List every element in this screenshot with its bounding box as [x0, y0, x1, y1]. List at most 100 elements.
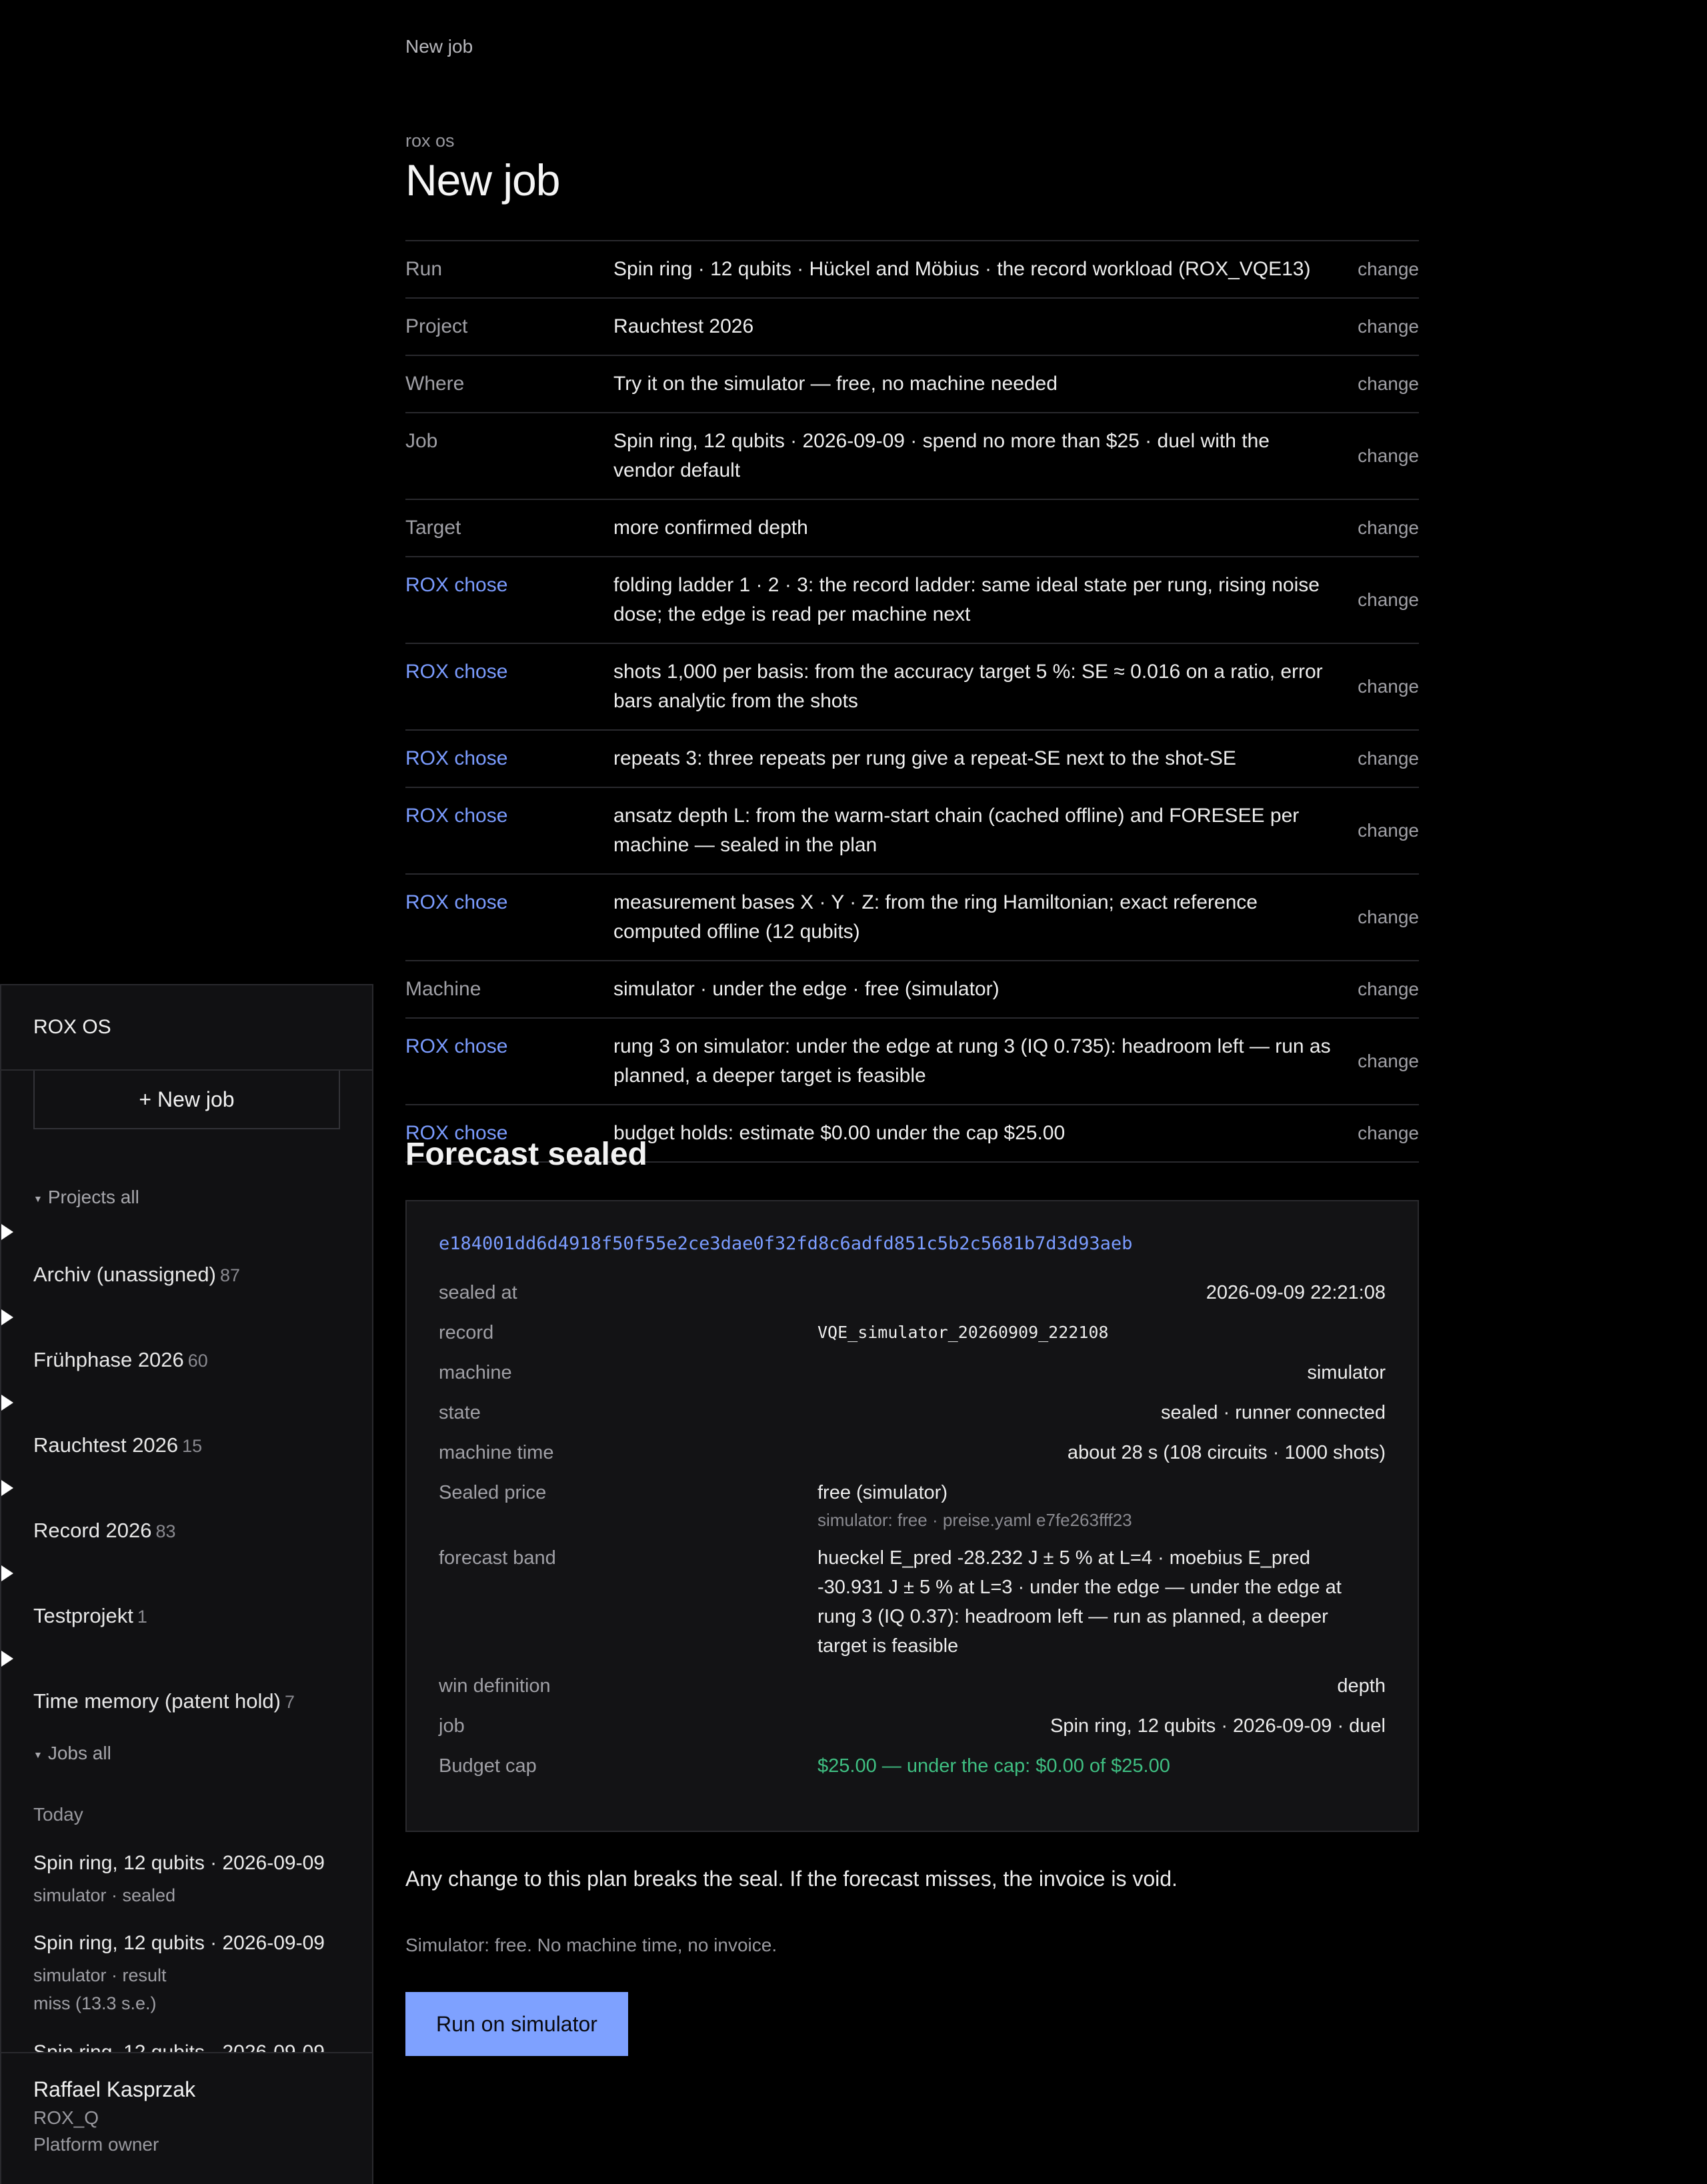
- job-row: job Spin ring, 12 qubits · 2026-09-09 · …: [439, 1711, 1386, 1741]
- machine-label: machine: [439, 1362, 512, 1383]
- change-link[interactable]: change: [1355, 589, 1419, 611]
- plan-row-key: ROX chose: [405, 805, 508, 827]
- run-on-simulator-button[interactable]: Run on simulator: [405, 1992, 628, 2056]
- project-item[interactable]: Time memory (patent hold) 7: [1, 1651, 372, 1729]
- plan-row: Project Rauchtest 2026 change: [405, 299, 1419, 356]
- caret-down-icon: ▼: [33, 1749, 43, 1760]
- plan-row: Target more confirmed depth change: [405, 500, 1419, 557]
- job-result: miss (13.3 s.e.): [33, 1993, 157, 2013]
- project-count: 87: [219, 1265, 241, 1285]
- forecast-card: e184001dd6d4918f50f55e2ce3dae0f32fd8c6ad…: [405, 1200, 1419, 1832]
- machine-time-row: machine time about 28 s (108 circuits · …: [439, 1438, 1386, 1467]
- plan-row-key: Job: [405, 430, 438, 452]
- plan-row: Where Try it on the simulator — free, no …: [405, 356, 1419, 413]
- project-item[interactable]: Frühphase 2026 60: [1, 1309, 372, 1388]
- price-value-block: free (simulator) simulator: free · preis…: [817, 1478, 1386, 1533]
- caret-down-icon: ▼: [33, 1193, 43, 1204]
- plan-row-value: more confirmed depth: [613, 517, 808, 539]
- job-status: simulator · sealed: [33, 1885, 176, 1905]
- plan-row-key: ROX chose: [405, 1035, 508, 1057]
- change-link[interactable]: change: [1355, 820, 1419, 841]
- plan-row: Machine simulator · under the edge · free…: [405, 961, 1419, 1019]
- record-row: record VQE_simulator_20260909_222108: [439, 1318, 1386, 1347]
- project-count: 15: [182, 1436, 203, 1456]
- project-name: Rauchtest 2026: [33, 1433, 179, 1457]
- plan-row: Job Spin ring, 12 qubits · 2026-09-09 · s…: [405, 413, 1419, 500]
- plan-row-key: Where: [405, 373, 465, 395]
- user-role: Platform owner: [33, 2134, 159, 2155]
- today-label: Today: [33, 1804, 83, 1825]
- job-list-item[interactable]: Spin ring, 12 qubits · 2026-09-09 simula…: [33, 1932, 367, 2017]
- user-name: Raffael Kasprzak: [33, 2077, 196, 2101]
- caret-right-icon[interactable]: [1, 1309, 13, 1325]
- win-value: depth: [1337, 1675, 1386, 1697]
- jobs-toggle-label: Jobs all: [47, 1743, 111, 1763]
- change-link[interactable]: change: [1355, 316, 1419, 337]
- projects-toggle[interactable]: ▼ Projects all: [33, 1187, 139, 1208]
- project-item[interactable]: Record 2026 83: [1, 1480, 372, 1559]
- record-label: record: [439, 1322, 494, 1343]
- project-item[interactable]: Testprojekt 1: [1, 1565, 372, 1644]
- price-value: free (simulator): [817, 1482, 948, 1503]
- job-title: Spin ring, 12 qubits · 2026-09-09: [33, 1932, 325, 1954]
- project-name: Frühphase 2026: [33, 1348, 184, 1371]
- plan-row-key: Project: [405, 315, 468, 337]
- caret-right-icon[interactable]: [1, 1224, 13, 1240]
- caret-right-icon[interactable]: [1, 1395, 13, 1411]
- project-name: Time memory (patent hold): [33, 1689, 281, 1713]
- win-row: win definition depth: [439, 1671, 1386, 1701]
- change-link[interactable]: change: [1355, 1123, 1419, 1144]
- project-name: Record 2026: [33, 1519, 152, 1542]
- seal-hash[interactable]: e184001dd6d4918f50f55e2ce3dae0f32fd8c6ad…: [439, 1233, 1386, 1254]
- machine-time-label: machine time: [439, 1442, 554, 1463]
- project-item[interactable]: Archiv (unassigned) 87: [1, 1224, 372, 1303]
- breadcrumb[interactable]: New job: [405, 36, 473, 57]
- change-link[interactable]: change: [1355, 517, 1419, 539]
- jobs-toggle[interactable]: ▼ Jobs all: [33, 1743, 111, 1764]
- price-row: Sealed price free (simulator) simulator:…: [439, 1478, 1386, 1533]
- change-link[interactable]: change: [1355, 1051, 1419, 1072]
- plan-row-value: ansatz depth L: from the warm-start chai…: [613, 805, 1300, 856]
- new-job-button[interactable]: + New job: [33, 1071, 340, 1129]
- plan-row-value: Spin ring, 12 qubits · 2026-09-09 · spen…: [613, 430, 1270, 481]
- machine-row: machine simulator: [439, 1358, 1386, 1387]
- change-link[interactable]: change: [1355, 445, 1419, 467]
- change-link[interactable]: change: [1355, 979, 1419, 1000]
- job-value: Spin ring, 12 qubits · 2026-09-09 · duel: [1050, 1715, 1386, 1737]
- plan-row: ROX chose rung 3 on simulator: under the …: [405, 1019, 1419, 1105]
- job-title: Spin ring, 12 qubits · 2026-09-09: [33, 1852, 325, 1874]
- change-link[interactable]: change: [1355, 373, 1419, 395]
- plan-row-key: ROX chose: [405, 661, 508, 683]
- plan-row-value: simulator · under the edge · free (simul…: [613, 978, 1000, 1000]
- plan-row: Run Spin ring · 12 qubits · Hückel and Mö…: [405, 241, 1419, 299]
- caret-right-icon[interactable]: [1, 1651, 13, 1667]
- job-list-item[interactable]: Spin ring, 12 qubits · 2026-09-09 simula…: [33, 1852, 367, 1909]
- job-status: simulator · result miss (13.3 s.e.): [33, 1961, 367, 2017]
- user-org: ROX_Q: [33, 2107, 99, 2128]
- caret-right-icon[interactable]: [1, 1565, 13, 1581]
- simulator-note: Simulator: free. No machine time, no inv…: [405, 1935, 777, 1955]
- project-item[interactable]: Rauchtest 2026 15: [1, 1395, 372, 1473]
- state-label: state: [439, 1402, 481, 1423]
- user-card[interactable]: Raffael Kasprzak ROX_Q Platform owner: [1, 2052, 372, 2184]
- plan-row-key: Run: [405, 258, 443, 280]
- plan-row-value: Spin ring · 12 qubits · Hückel and Möbiu…: [613, 258, 1311, 280]
- plan-row: ROX chose folding ladder 1 · 2 · 3: the r…: [405, 557, 1419, 644]
- change-link[interactable]: change: [1355, 676, 1419, 697]
- change-link[interactable]: change: [1355, 748, 1419, 769]
- caret-right-icon[interactable]: [1, 1480, 13, 1496]
- plan-row-value: rung 3 on simulator: under the edge at r…: [613, 1035, 1331, 1087]
- forecast-band-label: forecast band: [439, 1547, 556, 1569]
- change-link[interactable]: change: [1355, 907, 1419, 928]
- plan-row-value: folding ladder 1 · 2 · 3: the record lad…: [613, 574, 1320, 625]
- state-value: sealed · runner connected: [1161, 1402, 1386, 1423]
- sidebar: ROX OS + New job ▼ Projects all Archiv (u…: [0, 984, 373, 2184]
- budget-value: $25.00 — under the cap: $0.00 of $25.00: [817, 1755, 1170, 1777]
- change-link[interactable]: change: [1355, 259, 1419, 280]
- page-title: New job: [405, 155, 560, 205]
- plan-row: ROX chose measurement bases X · Y · Z: fr…: [405, 875, 1419, 961]
- plan-row-key: Target: [405, 517, 461, 539]
- project-count: 1: [137, 1607, 147, 1627]
- plan-table: Run Spin ring · 12 qubits · Hückel and Mö…: [405, 240, 1419, 1163]
- job-status-line: simulator · result: [33, 1965, 167, 1985]
